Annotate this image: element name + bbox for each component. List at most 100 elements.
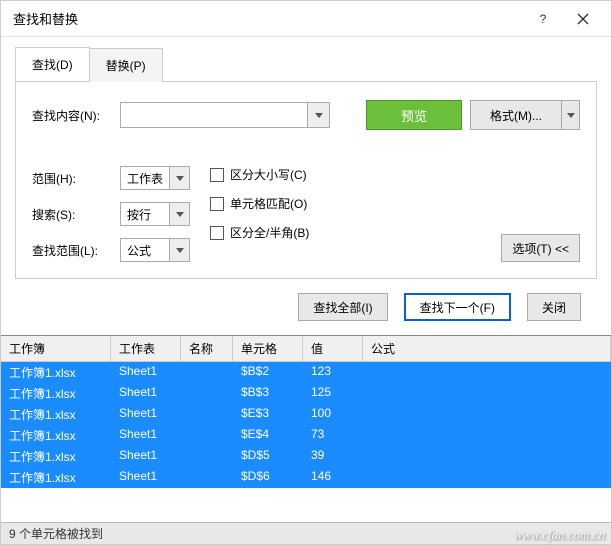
find-all-button[interactable]: 查找全部(I) [298, 293, 387, 321]
cell-value: 146 [303, 467, 363, 488]
find-panel: 查找内容(N): 预览 格式(M)... 范围(H): [15, 82, 597, 279]
find-content-label: 查找内容(N): [32, 107, 112, 124]
find-content-dropdown[interactable] [307, 103, 329, 127]
cell-worksheet: Sheet1 [111, 467, 181, 488]
results-header: 工作簿 工作表 名称 单元格 值 公式 [1, 336, 611, 362]
options-button[interactable]: 选项(T) << [501, 234, 580, 262]
match-case-row[interactable]: 区分大小写(C) [210, 166, 309, 183]
close-icon [577, 13, 589, 25]
cell-name [181, 404, 233, 425]
col-name[interactable]: 名称 [181, 336, 233, 361]
cell-workbook: 工作簿1.xlsx [1, 467, 111, 488]
match-width-label: 区分全/半角(B) [230, 224, 309, 241]
title-bar: 查找和替换 ? [1, 1, 611, 37]
results-body[interactable]: 工作簿1.xlsxSheet1$B$2123工作簿1.xlsxSheet1$B$… [1, 362, 611, 522]
cell-value: 100 [303, 404, 363, 425]
window-title: 查找和替换 [13, 9, 523, 28]
scope-select[interactable]: 工作表 [120, 166, 190, 190]
match-case-checkbox[interactable] [210, 168, 224, 182]
lookin-label: 查找范围(L): [32, 242, 112, 259]
table-row[interactable]: 工作簿1.xlsxSheet1 $E$3100 [1, 404, 611, 425]
cell-value: 123 [303, 362, 363, 383]
dialog-content: 查找(D) 替换(P) 查找内容(N): 预览 格式(M)... [1, 37, 611, 335]
col-formula[interactable]: 公式 [363, 336, 611, 361]
match-case-label: 区分大小写(C) [230, 166, 307, 183]
match-cell-label: 单元格匹配(O) [230, 195, 307, 212]
cell-formula [363, 425, 611, 446]
search-dropdown[interactable] [169, 203, 189, 225]
watermark: www.cfan.com.cn [514, 527, 605, 543]
table-row[interactable]: 工作簿1.xlsxSheet1 $D$539 [1, 446, 611, 467]
lookin-dropdown[interactable] [169, 239, 189, 261]
preview-button[interactable]: 预览 [366, 100, 462, 130]
status-bar: 9 个单元格被找到 www.cfan.com.cn [1, 522, 611, 544]
cell-cell: $B$3 [233, 383, 303, 404]
match-width-checkbox[interactable] [210, 226, 224, 240]
format-button[interactable]: 格式(M)... [470, 100, 562, 130]
cell-formula [363, 446, 611, 467]
find-content-input[interactable] [121, 103, 307, 127]
cell-value: 39 [303, 446, 363, 467]
tab-strip: 查找(D) 替换(P) [15, 47, 597, 82]
chevron-down-icon [315, 113, 323, 118]
table-row[interactable]: 工作簿1.xlsxSheet1 $B$2123 [1, 362, 611, 383]
cell-worksheet: Sheet1 [111, 404, 181, 425]
cell-cell: $D$5 [233, 446, 303, 467]
cell-name [181, 383, 233, 404]
cell-formula [363, 383, 611, 404]
dialog-buttons: 查找全部(I) 查找下一个(F) 关闭 [15, 279, 597, 335]
find-content-combo[interactable] [120, 102, 330, 128]
results-pane: 工作簿 工作表 名称 单元格 值 公式 工作簿1.xlsxSheet1$B$21… [1, 335, 611, 522]
cell-value: 73 [303, 425, 363, 446]
table-row[interactable]: 工作簿1.xlsxSheet1 $B$3125 [1, 383, 611, 404]
lookin-select[interactable]: 公式 [120, 238, 190, 262]
search-select[interactable]: 按行 [120, 202, 190, 226]
chevron-down-icon [176, 248, 184, 253]
search-label: 搜索(S): [32, 206, 112, 223]
cell-cell: $E$3 [233, 404, 303, 425]
chevron-down-icon [567, 113, 575, 118]
cell-formula [363, 362, 611, 383]
col-cell[interactable]: 单元格 [233, 336, 303, 361]
col-value[interactable]: 值 [303, 336, 363, 361]
cell-name [181, 446, 233, 467]
close-button[interactable]: 关闭 [527, 293, 581, 321]
table-row[interactable]: 工作簿1.xlsxSheet1 $D$6146 [1, 467, 611, 488]
cell-cell: $B$2 [233, 362, 303, 383]
close-window-button[interactable] [563, 5, 603, 33]
cell-workbook: 工作簿1.xlsx [1, 446, 111, 467]
col-workbook[interactable]: 工作簿 [1, 336, 111, 361]
help-button[interactable]: ? [523, 5, 563, 33]
match-cell-row[interactable]: 单元格匹配(O) [210, 195, 309, 212]
cell-cell: $E$4 [233, 425, 303, 446]
match-width-row[interactable]: 区分全/半角(B) [210, 224, 309, 241]
tab-replace[interactable]: 替换(P) [89, 48, 163, 82]
cell-cell: $D$6 [233, 467, 303, 488]
chevron-down-icon [176, 176, 184, 181]
format-dropdown[interactable] [562, 100, 580, 130]
cell-formula [363, 467, 611, 488]
cell-workbook: 工作簿1.xlsx [1, 383, 111, 404]
cell-workbook: 工作簿1.xlsx [1, 425, 111, 446]
cell-name [181, 362, 233, 383]
cell-name [181, 425, 233, 446]
scope-dropdown[interactable] [169, 167, 189, 189]
cell-worksheet: Sheet1 [111, 446, 181, 467]
cell-value: 125 [303, 383, 363, 404]
cell-workbook: 工作簿1.xlsx [1, 404, 111, 425]
cell-worksheet: Sheet1 [111, 362, 181, 383]
col-worksheet[interactable]: 工作表 [111, 336, 181, 361]
cell-formula [363, 404, 611, 425]
chevron-down-icon [176, 212, 184, 217]
cell-worksheet: Sheet1 [111, 383, 181, 404]
find-next-button[interactable]: 查找下一个(F) [404, 293, 511, 321]
cell-worksheet: Sheet1 [111, 425, 181, 446]
cell-workbook: 工作簿1.xlsx [1, 362, 111, 383]
scope-value: 工作表 [121, 167, 169, 189]
status-text: 9 个单元格被找到 [9, 525, 103, 542]
table-row[interactable]: 工作簿1.xlsxSheet1 $E$473 [1, 425, 611, 446]
scope-label: 范围(H): [32, 170, 112, 187]
tab-find[interactable]: 查找(D) [15, 47, 90, 81]
cell-name [181, 467, 233, 488]
match-cell-checkbox[interactable] [210, 197, 224, 211]
